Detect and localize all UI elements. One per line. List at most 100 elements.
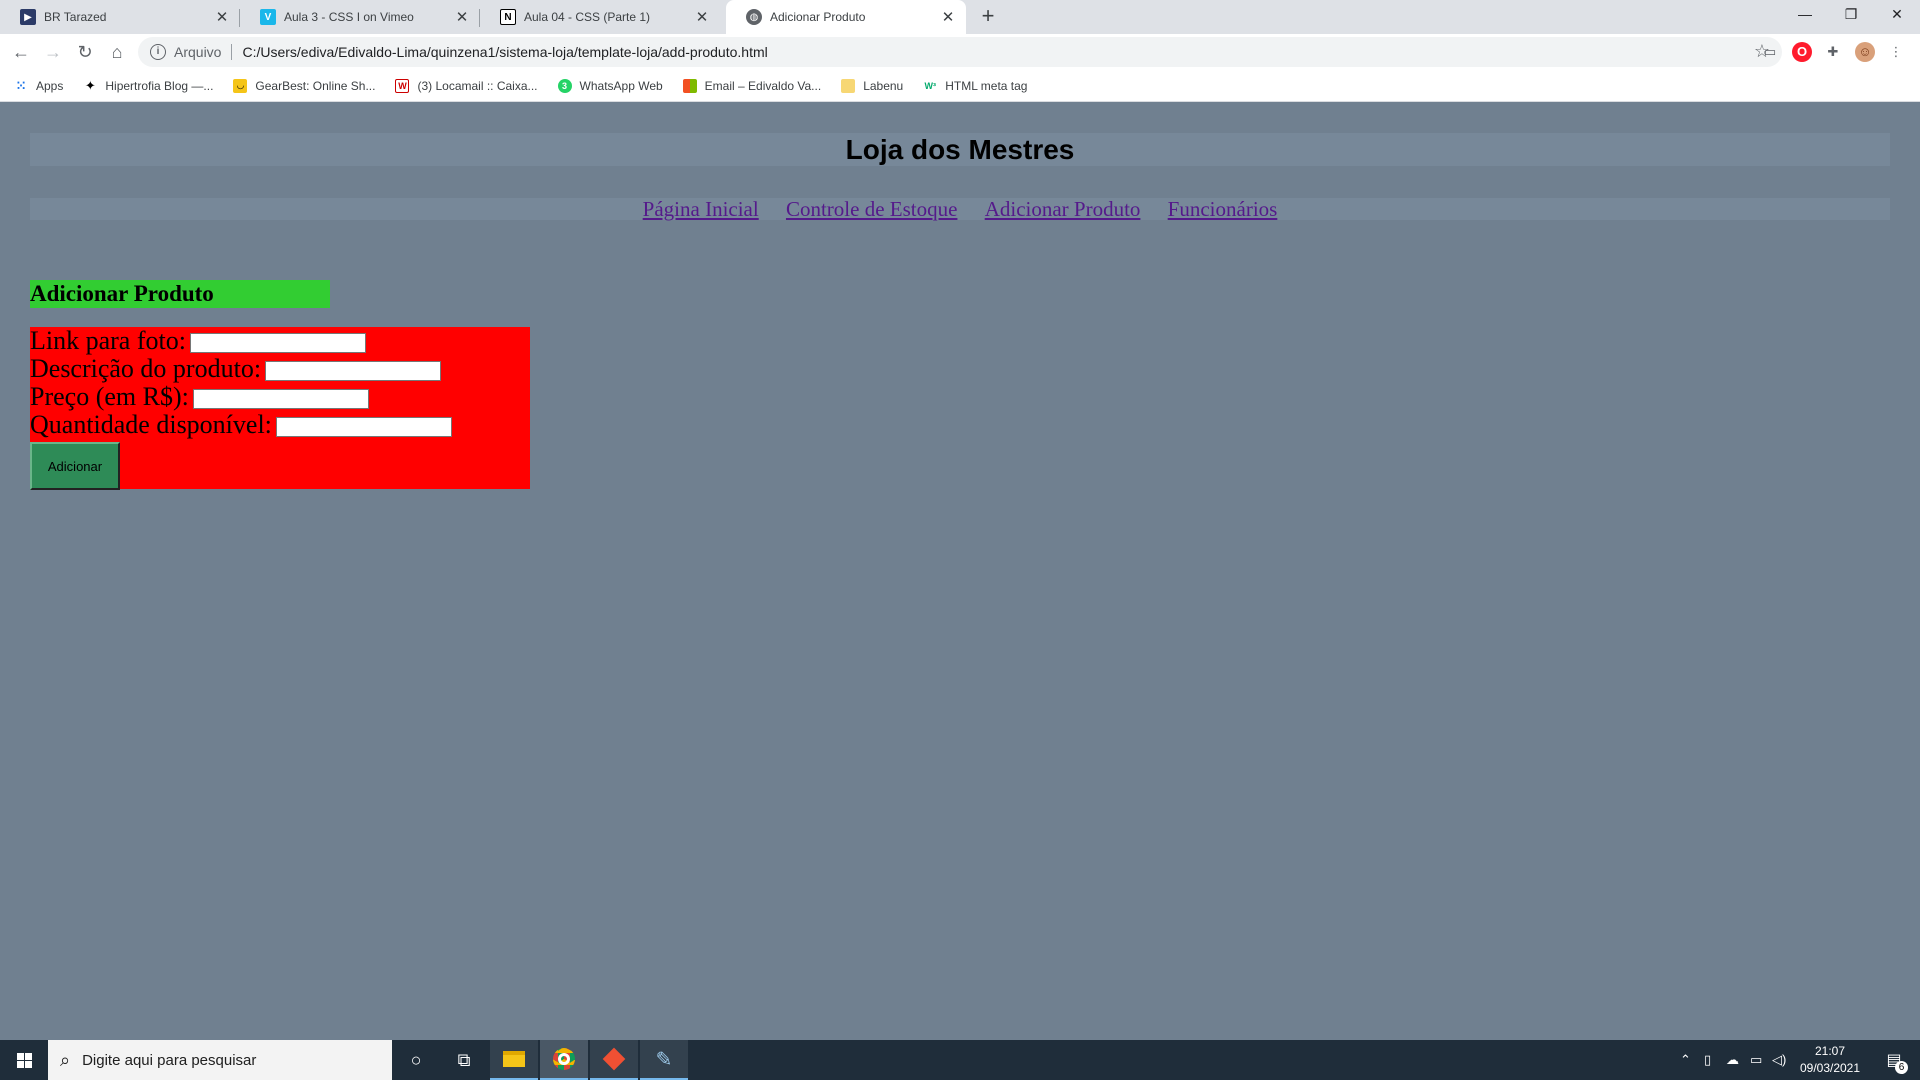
section-title: Adicionar Produto xyxy=(30,280,330,308)
w3-icon: W³ xyxy=(924,80,936,91)
nav-link-employees[interactable]: Funcionários xyxy=(1168,197,1278,221)
close-icon[interactable]: ✕ xyxy=(692,8,712,26)
profile-avatar[interactable]: ☺ xyxy=(1855,42,1875,62)
volume-icon[interactable]: ◁) xyxy=(1772,1040,1786,1080)
tray-device-icon[interactable]: ▯ xyxy=(1704,1040,1711,1080)
bookmark-locamail[interactable]: W (3) Locamail :: Caixa... xyxy=(395,78,538,93)
opera-icon[interactable]: O xyxy=(1792,42,1812,62)
site-title: Loja dos Mestres xyxy=(845,134,1075,165)
address-bar[interactable]: i Arquivo C:/Users/ediva/Edivaldo-Lima/q… xyxy=(138,37,1782,67)
microsoft-icon xyxy=(682,78,697,93)
quantity-input[interactable] xyxy=(275,417,452,438)
folder-icon xyxy=(841,78,856,93)
form-row-description: Descrição do produto: xyxy=(30,355,530,383)
tab-label: Aula 04 - CSS (Parte 1) xyxy=(524,10,651,24)
restore-button[interactable]: ❐ xyxy=(1828,0,1874,30)
site-header: Loja dos Mestres xyxy=(30,133,1890,166)
form-row-photo: Link para foto: xyxy=(30,327,530,355)
file-explorer-icon[interactable] xyxy=(490,1040,538,1080)
clock-date: 09/03/2021 xyxy=(1799,1061,1861,1075)
globe-icon: ◍ xyxy=(746,9,762,25)
tab-adicionar-produto[interactable]: ◍ Adicionar Produto ✕ xyxy=(726,0,966,34)
tab-strip: ▶ BR Tarazed ✕ V Aula 3 - CSS I on Vimeo… xyxy=(0,0,1920,34)
quantity-label: Quantidade disponível: xyxy=(30,410,272,439)
address-prefix: Arquivo xyxy=(174,44,222,60)
hipertrofia-icon: ✦ xyxy=(84,77,96,93)
cortana-icon[interactable]: ○ xyxy=(392,1040,440,1080)
new-tab-button[interactable]: + xyxy=(976,5,1000,29)
whatsapp-icon: 3 xyxy=(557,78,572,93)
git-icon[interactable] xyxy=(590,1040,638,1080)
cast-icon[interactable]: ▭ xyxy=(1760,42,1780,62)
taskbar-search[interactable]: ⌕ Digite aqui para pesquisar xyxy=(48,1040,392,1080)
vimeo-icon: V xyxy=(260,9,276,25)
bookmark-html-meta-tag[interactable]: W³ HTML meta tag xyxy=(923,79,1027,93)
search-icon: ⌕ xyxy=(60,1049,71,1070)
bookmark-gearbest[interactable]: ◡ GearBest: Online Sh... xyxy=(233,78,376,93)
browser-toolbar: ← → ↻ ⌂ i Arquivo C:/Users/ediva/Edivald… xyxy=(0,34,1920,70)
site-nav: Página Inicial Controle de Estoque Adici… xyxy=(30,198,1890,220)
windows-logo-icon xyxy=(16,1052,32,1068)
bookmarks-bar: ⁙ Apps ✦ Hipertrofia Blog —... ◡ GearBes… xyxy=(0,70,1920,102)
extensions-puzzle-icon[interactable]: ✚ xyxy=(1823,42,1843,62)
notification-count: 6 xyxy=(1895,1061,1908,1074)
nav-link-add-product[interactable]: Adicionar Produto xyxy=(985,197,1141,221)
bookmark-label: WhatsApp Web xyxy=(579,78,663,93)
bookmark-label: GearBest: Online Sh... xyxy=(255,78,376,93)
close-icon[interactable]: ✕ xyxy=(452,8,472,26)
price-label: Preço (em R$): xyxy=(30,382,189,411)
info-icon[interactable]: i xyxy=(150,44,166,60)
nav-link-stock[interactable]: Controle de Estoque xyxy=(786,197,957,221)
notifications-button[interactable]: ▤ 6 xyxy=(1880,1040,1908,1080)
onedrive-cloud-icon[interactable]: ☁ xyxy=(1726,1040,1739,1080)
network-icon[interactable]: ▭ xyxy=(1750,1040,1762,1080)
minimize-button[interactable]: — xyxy=(1782,0,1828,30)
form-row-price: Preço (em R$): xyxy=(30,383,530,411)
description-label: Descrição do produto: xyxy=(30,354,262,383)
start-button[interactable] xyxy=(0,1040,48,1080)
add-button[interactable]: Adicionar xyxy=(30,442,120,490)
chrome-icon[interactable] xyxy=(540,1040,588,1080)
bookmark-apps[interactable]: ⁙ Apps xyxy=(14,79,63,93)
photo-label: Link para foto: xyxy=(30,326,186,355)
clock-time: 21:07 xyxy=(1814,1044,1846,1058)
bookmark-label: (3) Locamail :: Caixa... xyxy=(417,78,538,93)
vscode-icon[interactable]: ✎ xyxy=(640,1040,688,1080)
tray-chevron-icon[interactable]: ⌃ xyxy=(1680,1040,1691,1080)
forward-arrow-icon[interactable]: → xyxy=(41,40,65,64)
price-input[interactable] xyxy=(192,389,369,410)
bookmark-label: Labenu xyxy=(863,78,904,93)
tab-label: Aula 3 - CSS I on Vimeo xyxy=(284,10,414,24)
home-icon[interactable]: ⌂ xyxy=(105,40,129,64)
tab-vimeo[interactable]: V Aula 3 - CSS I on Vimeo ✕ xyxy=(240,0,480,34)
bookmark-email[interactable]: Email – Edivaldo Va... xyxy=(682,78,822,93)
close-icon[interactable]: ✕ xyxy=(212,8,232,26)
bookmark-hipertrofia[interactable]: ✦ Hipertrofia Blog —... xyxy=(83,77,214,93)
description-input[interactable] xyxy=(265,361,442,382)
bookmark-whatsapp[interactable]: 3 WhatsApp Web xyxy=(557,78,663,93)
bookmark-label: Email – Edivaldo Va... xyxy=(704,78,822,93)
address-separator xyxy=(231,44,233,60)
tab-notion[interactable]: N Aula 04 - CSS (Parte 1) ✕ xyxy=(480,0,720,34)
add-product-form: Link para foto: Descrição do produto: Pr… xyxy=(30,327,530,490)
tab-label: BR Tarazed xyxy=(44,10,107,24)
gearbest-icon: ◡ xyxy=(233,78,248,93)
tab-br-tarazed[interactable]: ▶ BR Tarazed ✕ xyxy=(0,0,240,34)
bookmark-label: Hipertrofia Blog —... xyxy=(105,78,214,93)
search-placeholder: Digite aqui para pesquisar xyxy=(82,1051,257,1069)
nav-link-home[interactable]: Página Inicial xyxy=(643,197,759,221)
close-window-button[interactable]: ✕ xyxy=(1874,0,1920,30)
locamail-icon: W xyxy=(395,78,410,93)
form-row-quantity: Quantidade disponível: xyxy=(30,411,530,439)
tarazed-icon: ▶ xyxy=(20,9,36,25)
back-arrow-icon[interactable]: ← xyxy=(9,40,33,64)
reload-icon[interactable]: ↻ xyxy=(73,40,97,64)
menu-kebab-icon[interactable]: ⋮ xyxy=(1886,42,1906,62)
close-icon[interactable]: ✕ xyxy=(938,8,958,26)
address-url[interactable]: C:/Users/ediva/Edivaldo-Lima/quinzena1/s… xyxy=(242,44,767,60)
photo-link-input[interactable] xyxy=(189,333,366,354)
bookmark-labenu[interactable]: Labenu xyxy=(841,78,904,93)
taskbar-clock[interactable]: 21:07 09/03/2021 xyxy=(1788,1043,1872,1077)
task-view-icon[interactable]: ⧉ xyxy=(440,1040,488,1080)
bookmark-label: HTML meta tag xyxy=(945,78,1028,93)
